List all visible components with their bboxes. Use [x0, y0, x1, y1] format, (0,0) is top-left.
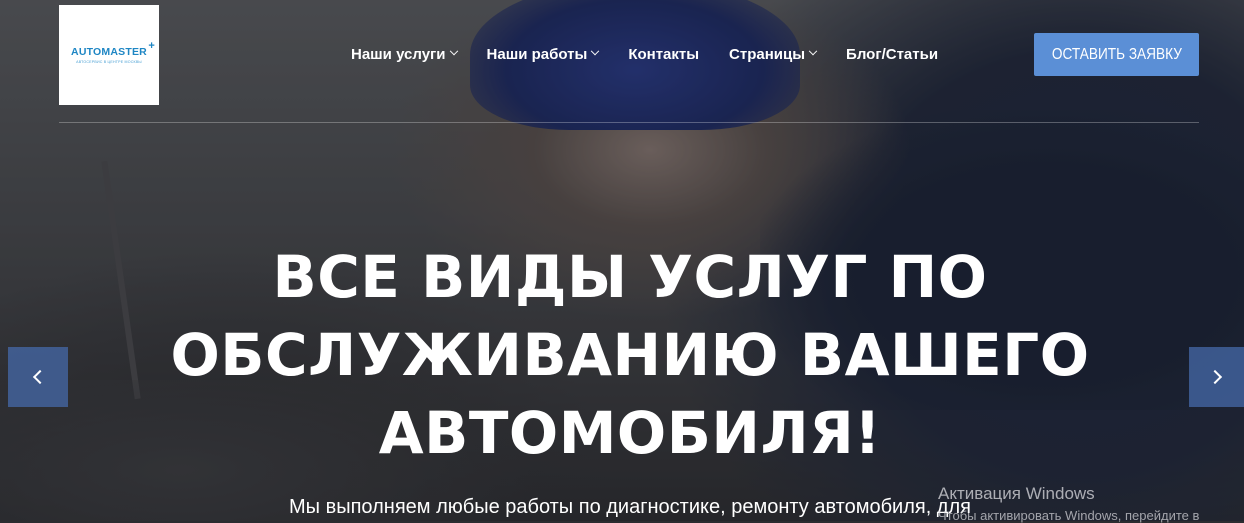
chevron-down-icon — [591, 46, 600, 56]
slider-prev-button[interactable] — [8, 347, 68, 407]
request-button[interactable]: ОСТАВИТЬ ЗАЯВКУ — [1034, 33, 1199, 76]
nav-item-label: Наши услуги — [351, 45, 446, 63]
hero-headline: ВСЕ ВИДЫ УСЛУГ ПО ОБСЛУЖИВАНИЮ ВАШЕГО АВ… — [130, 238, 1130, 472]
chevron-left-icon — [32, 369, 48, 385]
main-nav: Наши услуги Наши работы Контакты Страниц… — [351, 43, 938, 65]
chevron-down-icon — [808, 46, 818, 56]
chevron-right-icon — [1207, 369, 1222, 385]
nav-item-blog[interactable]: Блог/Статьи — [846, 46, 938, 63]
logo-tagline: АВТОСЕРВИС В ЦЕНТРЕ МОСКВЫ — [76, 60, 142, 64]
nav-item-works[interactable]: Наши работы — [486, 45, 600, 63]
nav-item-contacts[interactable]: Контакты — [628, 46, 699, 63]
nav-item-label: Наши работы — [486, 45, 588, 63]
nav-item-label: Блог/Статьи — [846, 45, 939, 63]
logo-wordmark: AUTOMASTER + — [71, 40, 155, 58]
nav-item-pages[interactable]: Страницы — [729, 45, 818, 63]
request-button-label: ОСТАВИТЬ ЗАЯВКУ — [1051, 45, 1182, 63]
slider-next-button[interactable] — [1189, 347, 1244, 407]
hero-headline-line: АВТОМОБИЛЯ! — [378, 399, 882, 467]
hero-headline-line: ВСЕ ВИДЫ УСЛУГ ПО — [272, 243, 988, 311]
hero-headline-line: ОБСЛУЖИВАНИЮ ВАШЕГО — [170, 321, 1090, 389]
site-logo[interactable]: AUTOMASTER + АВТОСЕРВИС В ЦЕНТРЕ МОСКВЫ — [59, 5, 159, 105]
windows-activation-title: Активация Windows — [938, 484, 1095, 503]
header-divider — [59, 122, 1199, 123]
nav-item-services[interactable]: Наши услуги — [351, 45, 458, 63]
nav-item-label: Контакты — [628, 45, 700, 63]
chevron-down-icon — [449, 46, 458, 56]
nav-item-label: Страницы — [729, 45, 806, 63]
logo-plus-icon: + — [148, 40, 155, 52]
